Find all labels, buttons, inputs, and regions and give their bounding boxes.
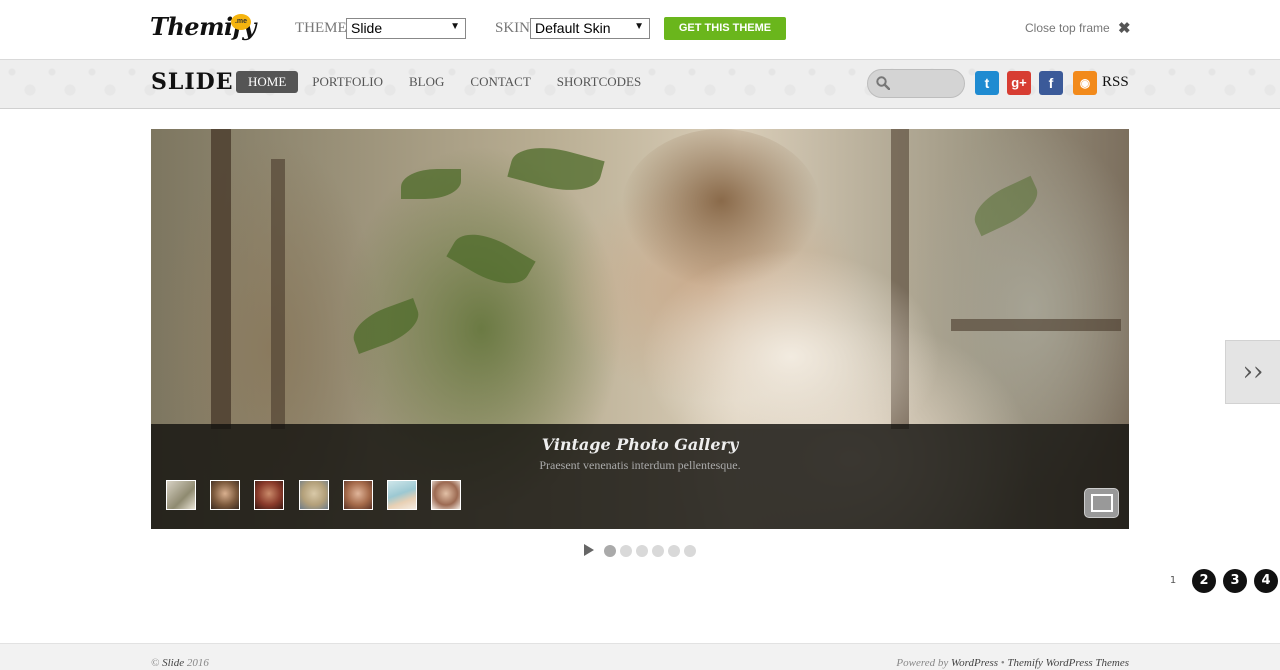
leaf-decor: [347, 298, 425, 354]
nav-shortcodes[interactable]: SHORTCODES: [545, 71, 653, 93]
themify-link[interactable]: Themify WordPress Themes: [1007, 657, 1129, 669]
wordpress-link[interactable]: WordPress: [951, 657, 998, 669]
gallery-thumbnail[interactable]: [166, 480, 196, 510]
gallery-thumbnail[interactable]: [254, 480, 284, 510]
leaf-decor: [507, 138, 605, 200]
page-number[interactable]: 3: [1223, 569, 1247, 593]
leaf-decor: [967, 175, 1045, 237]
frame-post-decor: [271, 159, 285, 429]
facebook-icon[interactable]: f: [1039, 71, 1063, 95]
main-nav: HOME PORTFOLIO BLOG CONTACT SHORTCODES: [236, 71, 655, 93]
search-input[interactable]: [867, 69, 965, 98]
leaf-decor: [401, 169, 461, 199]
close-icon[interactable]: ✖: [1118, 19, 1131, 37]
site-title[interactable]: SLIDE: [151, 69, 234, 95]
fullscreen-icon: [1091, 494, 1113, 512]
nav-blog[interactable]: BLOG: [397, 71, 456, 93]
skin-label: SKIN: [495, 20, 531, 36]
nav-home[interactable]: HOME: [236, 71, 299, 93]
gallery-thumbnail[interactable]: [299, 480, 329, 510]
top-frame: Themify .me THEME Slide ▼ SKIN Default S…: [0, 0, 1280, 60]
get-this-theme-button[interactable]: GET THIS THEME: [664, 17, 786, 40]
play-icon[interactable]: [584, 544, 594, 556]
leaf-decor: [446, 221, 536, 297]
footer-credits: Powered by WordPress • Themify WordPress…: [896, 657, 1129, 669]
themify-me-badge: .me: [231, 14, 251, 30]
footer-year: 2016: [186, 657, 209, 669]
gallery-thumbnail[interactable]: [387, 480, 417, 510]
footer-site-link[interactable]: Slide: [162, 657, 184, 669]
pager-dot[interactable]: [652, 545, 664, 557]
pager-dot[interactable]: [636, 545, 648, 557]
caption-subtitle: Praesent venenatis interdum pellentesque…: [539, 458, 741, 472]
gallery-thumbnail[interactable]: [210, 480, 240, 510]
copyright-symbol: ©: [151, 657, 160, 669]
close-top-frame-link[interactable]: Close top frame: [1025, 21, 1110, 35]
skin-select[interactable]: Default Skin ▼: [530, 18, 650, 39]
powered-by-text: Powered by: [896, 657, 949, 669]
pager-dot[interactable]: [620, 545, 632, 557]
window-sill-decor: [951, 319, 1121, 331]
google-plus-icon[interactable]: g+: [1007, 71, 1031, 95]
site-footer: © Slide 2016 Powered by WordPress • Them…: [0, 643, 1280, 670]
footer-separator: •: [1000, 657, 1005, 669]
dropdown-arrow-icon: ▼: [450, 21, 460, 32]
nav-contact[interactable]: CONTACT: [458, 71, 542, 93]
theme-select[interactable]: Slide ▼: [346, 18, 466, 39]
skin-select-value: Default Skin: [535, 20, 611, 36]
page-number[interactable]: 4: [1254, 569, 1278, 593]
twitter-icon[interactable]: t: [975, 71, 999, 95]
frame-post-decor: [211, 129, 231, 429]
footer-copyright: © Slide 2016: [151, 657, 209, 669]
gallery-thumbnail[interactable]: [343, 480, 373, 510]
page-number[interactable]: 2: [1192, 569, 1216, 593]
gallery-thumbnail[interactable]: [431, 480, 461, 510]
rss-link[interactable]: RSS: [1102, 74, 1129, 91]
page-number-current: 1: [1169, 575, 1177, 586]
next-slide-arrow[interactable]: ››: [1225, 340, 1280, 404]
dress-decor: [641, 249, 941, 429]
rss-icon[interactable]: ◉: [1073, 71, 1097, 95]
image-slider[interactable]: Vintage Photo Gallery Praesent venenatis…: [151, 129, 1129, 529]
theme-label: THEME: [295, 20, 347, 36]
nav-portfolio[interactable]: PORTFOLIO: [300, 71, 395, 93]
theme-select-value: Slide: [351, 20, 383, 36]
pager-dot[interactable]: [684, 545, 696, 557]
dropdown-arrow-icon: ▼: [634, 21, 644, 32]
slide-caption: Vintage Photo Gallery Praesent venenatis…: [151, 424, 1129, 529]
search-icon: [876, 76, 890, 90]
caption-title: Vintage Photo Gallery: [541, 435, 739, 454]
pager-dot[interactable]: [668, 545, 680, 557]
fullscreen-button[interactable]: [1084, 488, 1119, 518]
pager-dot[interactable]: [604, 545, 616, 557]
